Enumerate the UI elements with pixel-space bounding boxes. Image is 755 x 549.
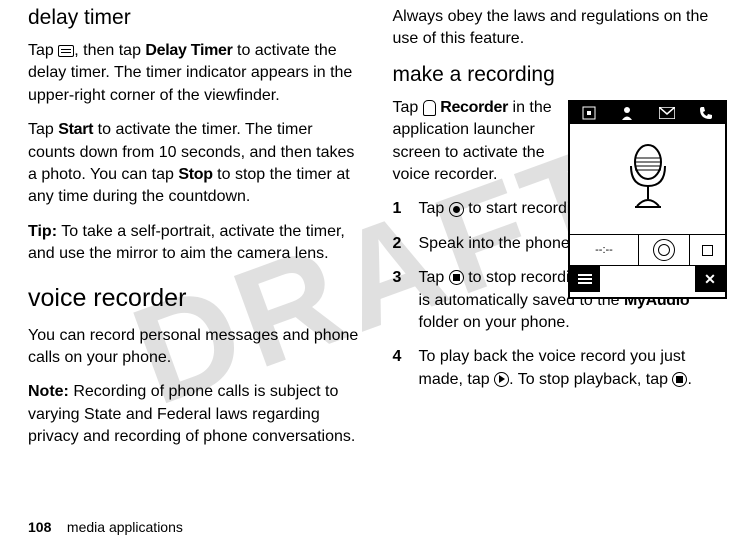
left-column: delay timer Tap , then tap Delay Timer t… xyxy=(28,6,363,460)
illustration-stop-button xyxy=(690,235,725,265)
delay-timer-p1: Tap , then tap Delay Timer to activate t… xyxy=(28,40,363,107)
illustration-time: --:-- xyxy=(570,235,639,265)
illustration-controls: --:-- xyxy=(570,235,725,266)
record-icon xyxy=(449,202,464,217)
label-delay-timer: Delay Timer xyxy=(145,42,232,59)
stop-icon-2 xyxy=(672,372,687,387)
phone-icon xyxy=(699,106,713,120)
illustration-menu-button xyxy=(570,266,600,292)
illustration-close-button: ✕ xyxy=(695,266,725,292)
illustration-record-button xyxy=(639,235,690,265)
section-name: media applications xyxy=(67,519,183,535)
right-column: Always obey the laws and regulations on … xyxy=(393,6,728,460)
recorder-illustration: --:-- ✕ xyxy=(568,100,727,299)
illustration-spacer xyxy=(600,266,695,292)
heading-voice-recorder: voice recorder xyxy=(28,284,363,313)
illustration-topbar xyxy=(570,102,725,124)
envelope-icon xyxy=(659,107,675,119)
person-icon xyxy=(620,106,634,120)
heading-delay-timer: delay timer xyxy=(28,6,363,30)
label-recorder: Recorder xyxy=(440,99,508,116)
menu-icon xyxy=(58,45,74,57)
page-number: 108 xyxy=(28,519,51,535)
voice-recorder-p1: You can record personal messages and pho… xyxy=(28,325,363,370)
illustration-bottombar: ✕ xyxy=(570,266,725,292)
page-footer: 108 media applications xyxy=(28,519,183,535)
step-4: 4 To play back the voice record you just… xyxy=(393,346,728,391)
delay-timer-p2: Tap Start to activate the timer. The tim… xyxy=(28,119,363,209)
stop-icon xyxy=(449,270,464,285)
voice-recorder-note: Note: Recording of phone calls is subjec… xyxy=(28,381,363,448)
target-icon xyxy=(582,106,596,120)
delay-timer-tip: Tip: To take a self-portrait, activate t… xyxy=(28,221,363,266)
laws-paragraph: Always obey the laws and regulations on … xyxy=(393,6,728,51)
heading-make-recording: make a recording xyxy=(393,63,728,87)
play-icon xyxy=(494,372,509,387)
label-stop: Stop xyxy=(178,166,212,183)
recorder-icon xyxy=(423,100,436,116)
label-start: Start xyxy=(58,121,93,138)
illustration-mic xyxy=(570,124,725,235)
recorder-intro: Tap Recorder in the application launcher… xyxy=(393,97,558,187)
